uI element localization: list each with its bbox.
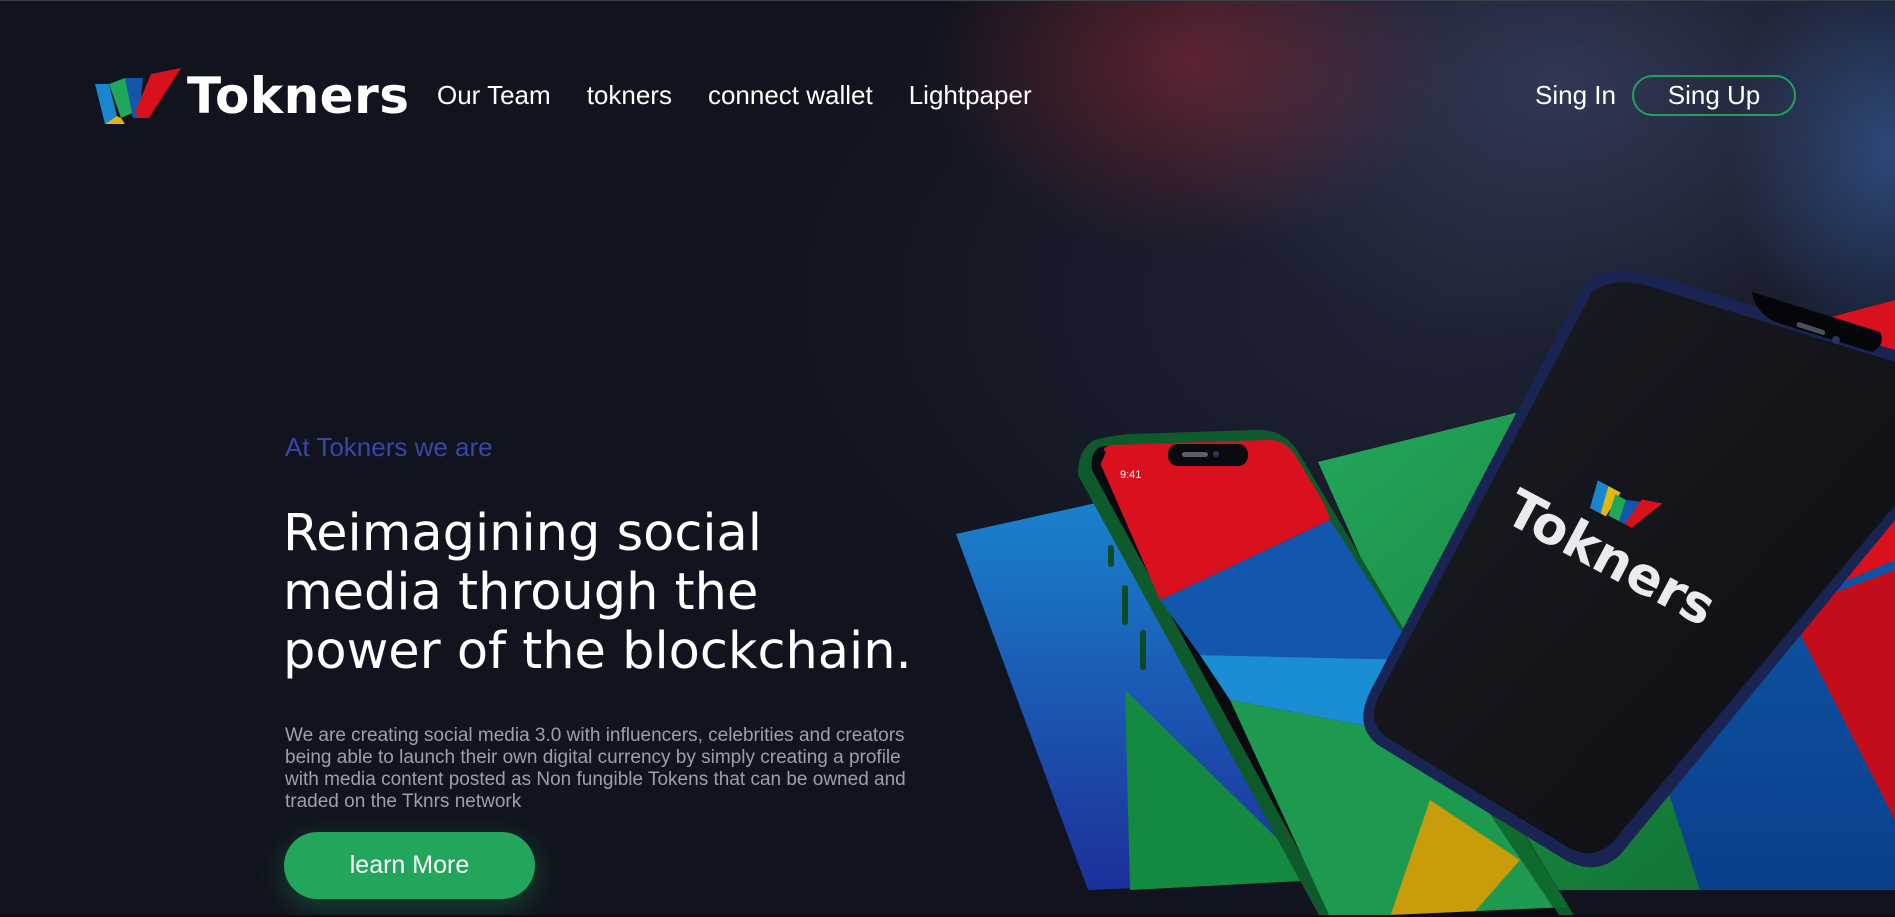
panel-blue-left (956, 480, 1320, 890)
landing-page: 9:41 Tokners Tokners Our Team tokners co… (0, 0, 1895, 917)
front-phone-time: 9:41 (1120, 469, 1141, 481)
panel-green-center (1318, 395, 1895, 890)
tokners-logo-mark-icon (95, 68, 181, 124)
panel-blue-right (1560, 300, 1895, 890)
sign-up-button[interactable]: Sing Up (1632, 75, 1796, 116)
learn-more-button[interactable]: learn More (284, 832, 535, 899)
back-phone: Tokners (1363, 270, 1895, 868)
nav-our-team[interactable]: Our Team (437, 80, 551, 111)
top-border (0, 0, 1895, 1)
site-logo-text: Tokners (187, 67, 410, 125)
nav-tokners[interactable]: tokners (587, 80, 672, 111)
panel-red-lower (1788, 570, 1895, 820)
nav-lightpaper[interactable]: Lightpaper (909, 80, 1032, 111)
panel-green-lower (1125, 690, 1320, 890)
sign-in-link[interactable]: Sing In (1535, 80, 1616, 111)
nav-connect-wallet[interactable]: connect wallet (708, 80, 873, 111)
main-nav: Our Team tokners connect wallet Lightpap… (437, 80, 1032, 111)
panel-red-right (1800, 300, 1895, 600)
back-phone-logo-text: Tokners (1496, 479, 1725, 639)
hero-description: We are creating social media 3.0 with in… (285, 725, 906, 812)
hero-eyebrow: At Tokners we are (285, 432, 493, 462)
learn-more-label: learn More (349, 851, 470, 879)
sign-up-label: Sing Up (1667, 80, 1761, 110)
hero-headline: Reimagining social media through the pow… (283, 504, 912, 681)
site-logo[interactable]: Tokners (95, 66, 410, 126)
front-phone: 9:41 (1078, 429, 1575, 917)
